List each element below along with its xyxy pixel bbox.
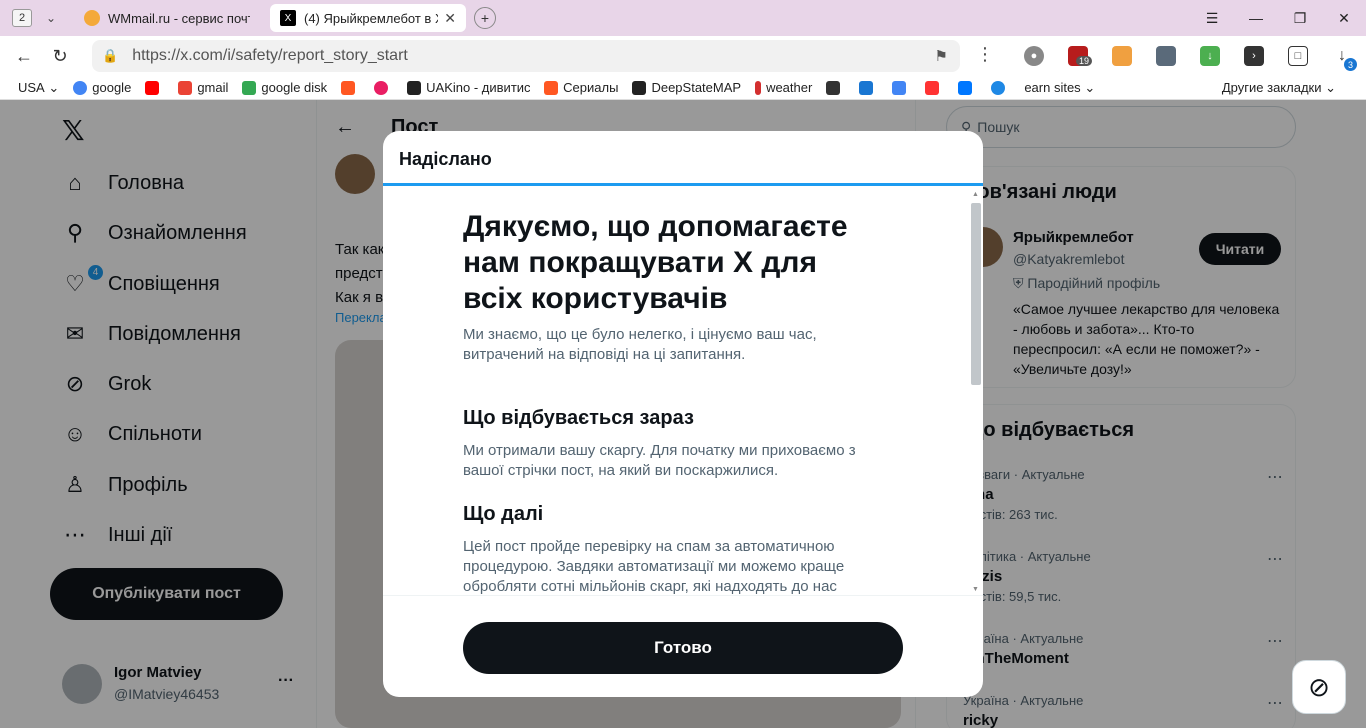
reload-icon[interactable]: ↻ xyxy=(42,38,78,74)
script-extension-icon[interactable]: › xyxy=(1244,46,1264,66)
section-heading: Що відбувається зараз xyxy=(463,407,694,429)
briefcase-extension-icon[interactable] xyxy=(1112,46,1132,66)
section-heading: Що далі xyxy=(463,503,544,525)
bookmark-yandex[interactable] xyxy=(925,80,944,95)
scroll-up-icon[interactable]: ▲ xyxy=(972,191,979,198)
bookmark-uakino[interactable]: UAKino - дивитис xyxy=(407,80,530,95)
bookmark-icon[interactable]: ⚑ xyxy=(935,47,948,65)
x-favicon-icon: X xyxy=(280,10,296,26)
close-tab-icon[interactable]: ✕ xyxy=(444,10,456,27)
google-icon xyxy=(73,80,88,95)
bookmark-label: UAKino - дивитис xyxy=(426,80,531,95)
close-window-icon[interactable]: ✕ xyxy=(1322,10,1366,27)
bookmark-translate[interactable] xyxy=(892,80,911,95)
intro-text: Ми знаємо, що це було нелегко, і цінуємо… xyxy=(463,326,817,363)
puzzle-extension-icon[interactable]: □ xyxy=(1288,46,1308,66)
dialog-header: Надіслано xyxy=(383,131,983,186)
grok-floating-button[interactable]: ⊘ xyxy=(1292,660,1346,714)
deepstate-icon xyxy=(632,80,647,95)
bookmark-deepstatemap[interactable]: DeepStateMAP xyxy=(632,80,741,95)
lock-icon: 🔒 xyxy=(102,48,119,63)
yandex-icon xyxy=(925,80,940,95)
bookmark-bc[interactable] xyxy=(826,80,845,95)
tab-title: (4) Ярыйкремлебот в X xyxy=(304,10,439,26)
window-controls: ☰ — ❐ ✕ xyxy=(1190,0,1366,36)
back-arrow-icon[interactable]: ← xyxy=(6,38,42,74)
url-field[interactable]: 🔒 https://x.com/i/safety/report_story_st… xyxy=(92,40,960,72)
menu-icon[interactable]: ☰ xyxy=(1190,10,1234,27)
bookmark-usa-folder[interactable]: USA ⌄ xyxy=(18,80,59,96)
thank-you-heading: Дякуємо, що допомагаєте нам покращувати … xyxy=(463,210,848,315)
tab-list-chevron-icon[interactable]: ⌄ xyxy=(38,5,64,31)
bookmark-feed[interactable] xyxy=(341,80,360,95)
grok-icon: ⊘ xyxy=(1308,671,1330,702)
bookmark-earn-sites-folder[interactable]: earn sites ⌄ xyxy=(1024,80,1095,96)
tab-title: WMmail.ru - сервис почтовых рассылок xyxy=(108,10,250,26)
restore-icon[interactable]: ❐ xyxy=(1278,10,1322,27)
address-bar-row: ← ↻ 🔒 https://x.com/i/safety/report_stor… xyxy=(0,36,1366,76)
bookmark-gmail[interactable]: gmail xyxy=(178,80,228,95)
bc-icon xyxy=(826,80,841,95)
bookmark-star[interactable] xyxy=(374,80,393,95)
bookmark-label: USA xyxy=(18,80,45,95)
download-extension-icon[interactable]: ↓ xyxy=(1200,46,1220,66)
url-text: https://x.com/i/safety/report_story_star… xyxy=(132,47,408,64)
chevron-down-icon: ⌄ xyxy=(48,79,60,95)
dialog-footer: Готово xyxy=(383,595,983,697)
dialog-body: Дякуємо, що допомагаєте нам покращувати … xyxy=(383,189,969,595)
feed-icon xyxy=(341,80,356,95)
uakino-icon xyxy=(407,80,422,95)
browser-tab-x[interactable]: X (4) Ярыйкремлебот в X ✕ xyxy=(270,4,466,32)
globe-extension-icon[interactable]: ● xyxy=(1024,46,1044,66)
new-tab-button[interactable]: + xyxy=(474,7,496,29)
browser-tab-wmmail[interactable]: WMmail.ru - сервис почтовых рассылок xyxy=(74,4,260,32)
done-button[interactable]: Готово xyxy=(463,622,903,674)
browser-tabstrip: 2 ⌄ WMmail.ru - сервис почтовых рассылок… xyxy=(0,0,1366,36)
scrollbar-thumb[interactable] xyxy=(971,203,981,385)
dialog-scrollbar[interactable]: ▲ ▼ xyxy=(969,189,983,595)
page-menu-icon[interactable]: ⋮ xyxy=(976,44,994,65)
downloads-badge: 3 xyxy=(1344,58,1357,71)
bookmark-label: google disk xyxy=(261,80,328,95)
dialog-title: Надіслано xyxy=(399,149,492,169)
scroll-down-icon[interactable]: ▼ xyxy=(972,586,979,593)
youtube-icon xyxy=(145,80,160,95)
bookmark-label: google xyxy=(92,80,132,95)
other-bookmarks-label: Другие закладки xyxy=(1221,80,1322,95)
bookmarks-bar: USA ⌄ google gmail google disk UAKino - … xyxy=(0,76,1366,100)
tab-counter[interactable]: 2 xyxy=(12,9,32,27)
bookmark-label: weather xyxy=(766,80,813,95)
other-bookmarks[interactable]: Другие закладки ⌄ xyxy=(1222,80,1336,96)
bookmark-weather[interactable]: weather xyxy=(755,80,812,95)
wmmail-favicon-icon xyxy=(84,10,100,26)
section-text: Цей пост пройде перевірку на спам за авт… xyxy=(463,538,845,595)
bookmark-spark[interactable] xyxy=(991,80,1010,95)
bookmark-label: earn sites xyxy=(1024,80,1081,95)
bookmark-google[interactable]: google xyxy=(73,80,131,95)
chevron-down-icon: ⌄ xyxy=(1084,79,1096,95)
bookmark-serialy[interactable]: Сериалы xyxy=(544,80,618,95)
star-icon xyxy=(374,80,389,95)
minimize-icon[interactable]: — xyxy=(1234,10,1278,26)
extension-badge: 19 xyxy=(1076,56,1093,66)
archive-extension-icon[interactable] xyxy=(1156,46,1176,66)
bookmark-google-disk[interactable]: google disk xyxy=(242,80,327,95)
bookmark-label: gmail xyxy=(197,80,229,95)
thermometer-icon xyxy=(755,80,762,95)
spark-icon xyxy=(991,80,1006,95)
gmail-icon xyxy=(178,80,193,95)
section-text: Ми отримали вашу скаргу. Для початку ми … xyxy=(463,442,856,479)
bookmark-arrow[interactable] xyxy=(859,80,878,95)
bookmark-vk[interactable] xyxy=(958,80,977,95)
bookmark-youtube[interactable] xyxy=(145,80,164,95)
translate-icon xyxy=(892,80,907,95)
vk-icon xyxy=(958,80,973,95)
arrow-icon xyxy=(859,80,874,95)
bookmark-label: DeepStateMAP xyxy=(651,80,742,95)
report-submitted-dialog: Надіслано Дякуємо, що допомагаєте нам по… xyxy=(383,131,983,697)
bookmark-label: Сериалы xyxy=(563,80,619,95)
serialy-icon xyxy=(544,80,559,95)
drive-icon xyxy=(242,80,257,95)
